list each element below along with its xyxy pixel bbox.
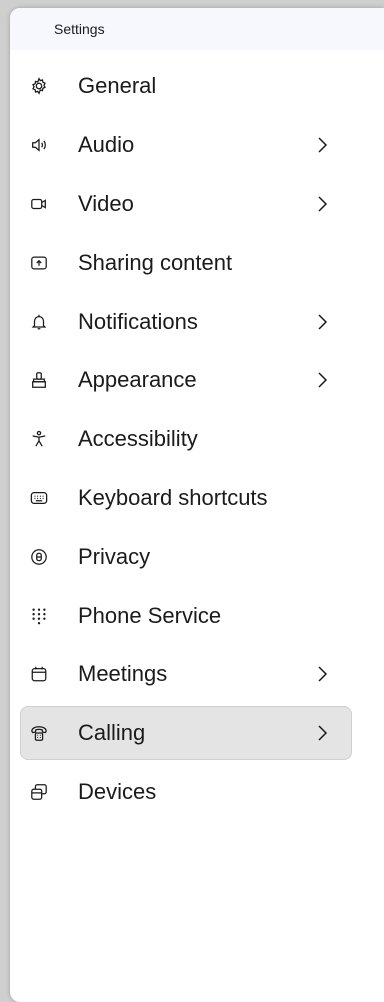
speaker-icon [30, 136, 48, 154]
calendar-icon [30, 665, 48, 683]
menu-item-label: Sharing content [78, 249, 233, 275]
menu-item-accessibility[interactable]: Accessibility [10, 410, 384, 469]
menu-item-label: Devices [78, 778, 157, 804]
menu-item-label: Phone Service [78, 602, 222, 628]
devices-icon [30, 783, 48, 801]
paint-icon [30, 371, 48, 389]
chevron-right-icon [315, 665, 329, 683]
chevron-right-icon [315, 724, 329, 742]
chevron-right-icon [315, 195, 329, 213]
accessibility-icon [30, 430, 48, 448]
keyboard-icon [30, 489, 48, 507]
menu-item-privacy[interactable]: Privacy [10, 527, 384, 586]
settings-menu: General Audio Video Sharing content Noti… [10, 57, 384, 821]
menu-item-phone-service[interactable]: Phone Service [10, 586, 384, 645]
dialpad-icon [30, 607, 48, 625]
menu-item-notifications[interactable]: Notifications [10, 292, 384, 351]
menu-item-label: Meetings [78, 661, 168, 687]
menu-item-label: Audio [78, 132, 135, 158]
menu-item-meetings[interactable]: Meetings [10, 645, 384, 704]
chevron-right-icon [315, 313, 329, 331]
privacy-icon [30, 548, 48, 566]
menu-item-calling[interactable]: Calling [10, 704, 384, 763]
menu-item-keyboard-shortcuts[interactable]: Keyboard shortcuts [10, 469, 384, 528]
video-camera-icon [30, 195, 48, 213]
menu-item-appearance[interactable]: Appearance [10, 351, 384, 410]
chevron-right-icon [315, 136, 329, 154]
bell-icon [30, 313, 48, 331]
menu-item-label: Calling [78, 720, 146, 746]
menu-item-label: Appearance [78, 367, 197, 393]
menu-item-label: Privacy [78, 543, 151, 569]
menu-item-sharing-content[interactable]: Sharing content [10, 233, 384, 292]
share-screen-icon [30, 254, 48, 272]
menu-item-label: Accessibility [78, 426, 198, 452]
menu-item-video[interactable]: Video [10, 175, 384, 234]
settings-panel: Settings General Audio Video Sharing con… [10, 8, 384, 1002]
menu-item-label: General [78, 73, 157, 99]
menu-item-general[interactable]: General [10, 57, 384, 116]
menu-item-label: Keyboard shortcuts [78, 484, 268, 510]
menu-item-label: Notifications [78, 308, 198, 334]
phone-icon [30, 724, 48, 742]
panel-header: Settings [10, 8, 384, 50]
menu-item-devices[interactable]: Devices [10, 763, 384, 822]
gear-icon [30, 77, 48, 96]
menu-item-audio[interactable]: Audio [10, 116, 384, 175]
chevron-right-icon [315, 371, 329, 389]
menu-item-label: Video [78, 190, 134, 216]
panel-title: Settings [54, 21, 105, 37]
